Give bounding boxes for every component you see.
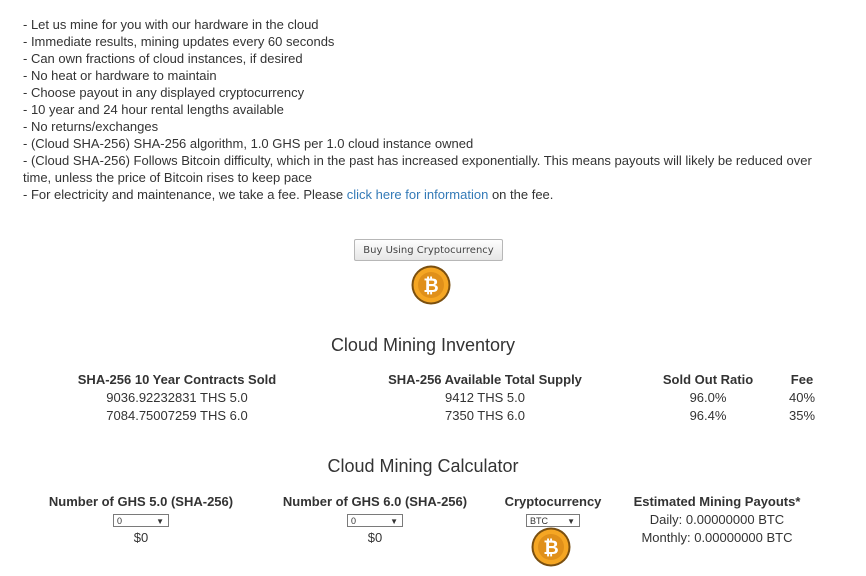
ghs6-select[interactable]: 0 ▼ — [347, 514, 403, 528]
payouts-column: Estimated Mining Payouts* Daily: 0.00000… — [622, 493, 812, 547]
ghs6-cost: $0 — [367, 530, 383, 545]
feature-item: - Choose payout in any displayed cryptoc… — [23, 85, 305, 100]
sold-out-ratio-header: Sold Out Ratio — [662, 372, 754, 387]
ghs5-header: Number of GHS 5.0 (SHA-256) — [48, 494, 234, 509]
ghs5-select[interactable]: 0 ▼ — [113, 514, 169, 528]
ghs5-selected-value: 0 — [117, 516, 123, 527]
cryptocurrency-column: Cryptocurrency BTC ▼ — [493, 493, 613, 529]
fee-info-text-end: on the fee. — [488, 187, 554, 202]
svg-text:₿: ₿ — [423, 275, 438, 297]
bitcoin-icon[interactable]: ₿ — [410, 264, 452, 306]
total-supply-column: SHA-256 Available Total Supply 9412 THS … — [370, 371, 600, 425]
cryptocurrency-header: Cryptocurrency — [504, 494, 602, 509]
fee-info-link[interactable]: click here for information — [347, 187, 489, 202]
sold-out-ratio-column: Sold Out Ratio 96.0% 96.4% — [653, 371, 763, 425]
ghs6-selected-value: 0 — [351, 516, 357, 527]
contracts-sold-value: 9036.92232831 THS 5.0 — [106, 390, 248, 405]
triangle-down-icon: ▼ — [390, 517, 398, 527]
feature-list: - Let us mine for you with our hardware … — [23, 16, 823, 203]
inventory-title: Cloud Mining Inventory — [330, 335, 516, 355]
ghs5-cost: $0 — [133, 530, 149, 545]
feature-item: - Can own fractions of cloud instances, … — [23, 51, 303, 66]
buy-cryptocurrency-button[interactable]: Buy Using Cryptocurrency — [354, 239, 503, 261]
feature-item: - Immediate results, mining updates ever… — [23, 34, 335, 49]
payouts-header: Estimated Mining Payouts* — [633, 494, 801, 509]
contracts-sold-column: SHA-256 10 Year Contracts Sold 9036.9223… — [62, 371, 292, 425]
fee-value: 35% — [788, 408, 816, 423]
total-supply-value: 7350 THS 6.0 — [445, 408, 525, 423]
ghs5-column: Number of GHS 5.0 (SHA-256) 0 ▼ $0 — [36, 493, 246, 547]
fee-header: Fee — [790, 372, 814, 387]
feature-item: - (Cloud SHA-256) SHA-256 algorithm, 1.0… — [23, 136, 474, 151]
ghs6-header: Number of GHS 6.0 (SHA-256) — [282, 494, 468, 509]
contracts-sold-value: 7084.75007259 THS 6.0 — [106, 408, 248, 423]
total-supply-header: SHA-256 Available Total Supply — [388, 372, 582, 387]
sold-out-ratio-value: 96.4% — [689, 408, 727, 423]
fee-info-line: - For electricity and maintenance, we ta… — [23, 186, 823, 203]
calculator-title: Cloud Mining Calculator — [327, 456, 519, 476]
svg-text:₿: ₿ — [543, 537, 558, 559]
bitcoin-icon: ₿ — [531, 527, 571, 567]
feature-item: - No returns/exchanges — [23, 119, 159, 134]
feature-item: - No heat or hardware to maintain — [23, 68, 217, 83]
fee-value: 40% — [788, 390, 816, 405]
daily-payout: Daily: 0.00000000 BTC — [649, 512, 785, 527]
fee-info-text: - For electricity and maintenance, we ta… — [23, 187, 347, 202]
contracts-sold-header: SHA-256 10 Year Contracts Sold — [77, 372, 277, 387]
ghs6-column: Number of GHS 6.0 (SHA-256) 0 ▼ $0 — [270, 493, 480, 547]
sold-out-ratio-value: 96.0% — [689, 390, 727, 405]
feature-item: - 10 year and 24 hour rental lengths ava… — [23, 102, 284, 117]
monthly-payout: Monthly: 0.00000000 BTC — [641, 530, 793, 545]
cryptocurrency-selected-value: BTC — [530, 516, 548, 527]
feature-item: - (Cloud SHA-256) Follows Bitcoin diffic… — [23, 153, 812, 185]
total-supply-value: 9412 THS 5.0 — [445, 390, 525, 405]
feature-item: - Let us mine for you with our hardware … — [23, 17, 319, 32]
fee-column: Fee 40% 35% — [776, 371, 828, 425]
triangle-down-icon: ▼ — [156, 517, 164, 527]
